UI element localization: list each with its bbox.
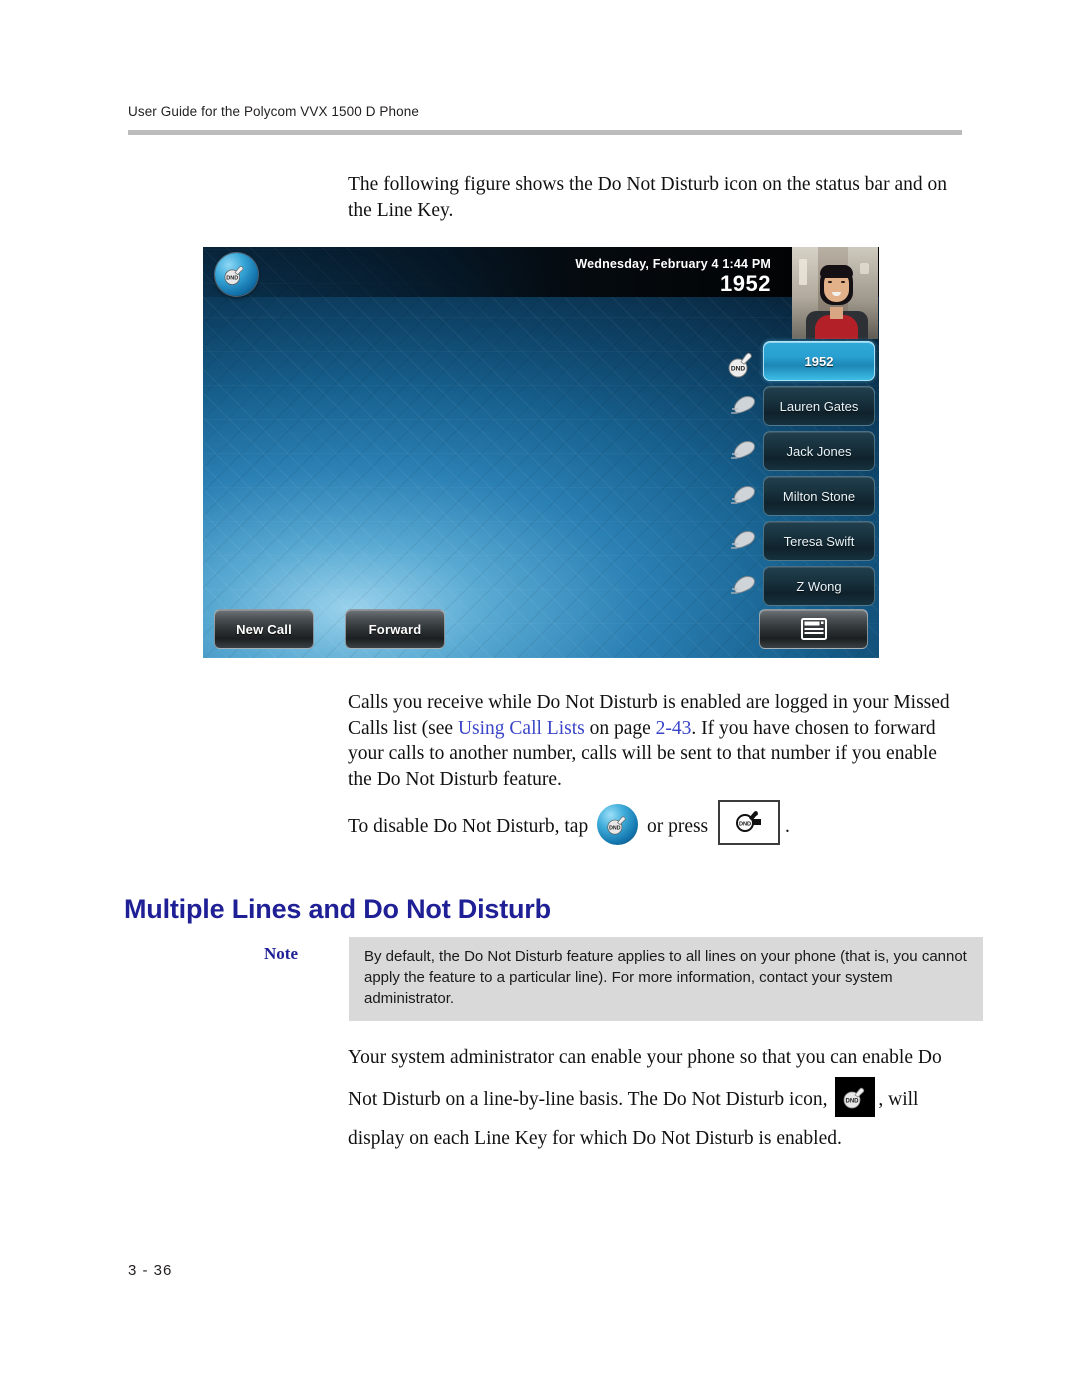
handset-icon [731, 486, 756, 504]
line-key-button[interactable]: Z Wong [763, 566, 875, 606]
phone-screen-figure: Wednesday, February 4 1:44 PM 1952 DND D… [203, 247, 879, 658]
line-key-milton-stone[interactable]: Milton Stone [727, 476, 875, 516]
line-key-button[interactable]: Jack Jones [763, 431, 875, 471]
dnd-icon[interactable]: DND [215, 253, 258, 296]
phone-status-bar: Wednesday, February 4 1:44 PM 1952 [203, 247, 879, 297]
line-key-lauren-gates[interactable]: Lauren Gates [727, 386, 875, 426]
missed-calls-paragraph: Calls you receive while Do Not Disturb i… [348, 690, 962, 792]
line-key-teresa-swift[interactable]: Teresa Swift [727, 521, 875, 561]
dnd-handset-glyph: DND [607, 816, 626, 835]
thumb-panel-left [799, 259, 807, 285]
running-header: User Guide for the Polycom VVX 1500 D Ph… [128, 104, 419, 119]
dnd-handset-icon: DND [728, 352, 752, 378]
new-call-label: New Call [236, 621, 292, 637]
handset-icon [731, 441, 756, 459]
missed-calls-text-part2: on page [584, 717, 656, 739]
page-reference-link[interactable]: 2-43 [656, 718, 692, 739]
forward-softkey[interactable]: Forward [345, 609, 445, 649]
forward-label: Forward [368, 621, 422, 637]
line-key-label: Lauren Gates [779, 398, 859, 414]
using-call-lists-link[interactable]: Using Call Lists [458, 718, 585, 739]
svg-text:DND: DND [731, 366, 746, 373]
disable-text-part1: To disable Do Not Disturb, tap [348, 816, 589, 837]
status-extension: 1952 [720, 271, 771, 296]
handset-icon [731, 531, 756, 549]
thumb-eye-left [828, 281, 832, 283]
dnd-handset-glyph: DND [843, 1087, 865, 1109]
note-box: By default, the Do Not Disturb feature a… [349, 937, 983, 1021]
line-key-button[interactable]: 1952 [763, 341, 875, 381]
line-keys-column: DND 1952 Lauren Gates Jack Jones Milton … [727, 341, 875, 611]
svg-text:DND: DND [739, 821, 751, 827]
line-key-button[interactable]: Teresa Swift [763, 521, 875, 561]
page-title: Multiple Lines and Do Not Disturb [124, 894, 551, 925]
handset-icon [731, 396, 756, 414]
dnd-key-glyph: DND [736, 811, 762, 832]
line-key-label: Z Wong [796, 578, 842, 594]
note-label: Note [264, 944, 298, 963]
header-rule [128, 130, 962, 135]
window-list-icon [800, 618, 827, 640]
line-key-label: Teresa Swift [783, 533, 855, 549]
line-key-jack-jones[interactable]: Jack Jones [727, 431, 875, 471]
intro-paragraph: The following figure shows the Do Not Di… [348, 174, 947, 221]
page-number: 3 - 36 [128, 1262, 173, 1279]
line-key-label: Milton Stone [782, 488, 856, 504]
disable-dnd-instruction: To disable Do Not Disturb, tap DND or pr… [348, 800, 962, 845]
svg-text:DND: DND [226, 276, 238, 282]
menu-softkey[interactable] [759, 609, 868, 649]
line-key-button[interactable]: Lauren Gates [763, 386, 875, 426]
svg-text:DND: DND [846, 1099, 860, 1105]
line-key-z-wong[interactable]: Z Wong [727, 566, 875, 606]
thumb-eye-right [841, 281, 845, 283]
thumb-panel-right [860, 263, 869, 274]
dnd-line-key-icon: DND [835, 1077, 876, 1117]
status-datetime: Wednesday, February 4 1:44 PM [575, 257, 771, 271]
line-key-button[interactable]: Milton Stone [763, 476, 875, 516]
dnd-handset-glyph: DND [224, 266, 244, 285]
video-thumbnail [792, 247, 878, 339]
line-key-label: Jack Jones [786, 443, 852, 459]
svg-text:DND: DND [609, 825, 621, 831]
handset-icon [731, 576, 756, 594]
new-call-softkey[interactable]: New Call [214, 609, 314, 649]
disable-text-part3: . [785, 816, 790, 837]
disable-text-part2: or press [646, 816, 709, 837]
soft-key-bar: New Call Forward [214, 609, 868, 649]
line-by-line-paragraph: Your system administrator can enable you… [348, 1038, 962, 1158]
dnd-hard-key-icon[interactable]: DND [718, 800, 781, 845]
dnd-touch-icon[interactable]: DND [597, 804, 639, 845]
thumb-bangs [820, 265, 853, 278]
line-key-1952[interactable]: DND 1952 [727, 341, 875, 381]
thumb-neck [830, 307, 843, 319]
line-key-label: 1952 [804, 353, 834, 369]
